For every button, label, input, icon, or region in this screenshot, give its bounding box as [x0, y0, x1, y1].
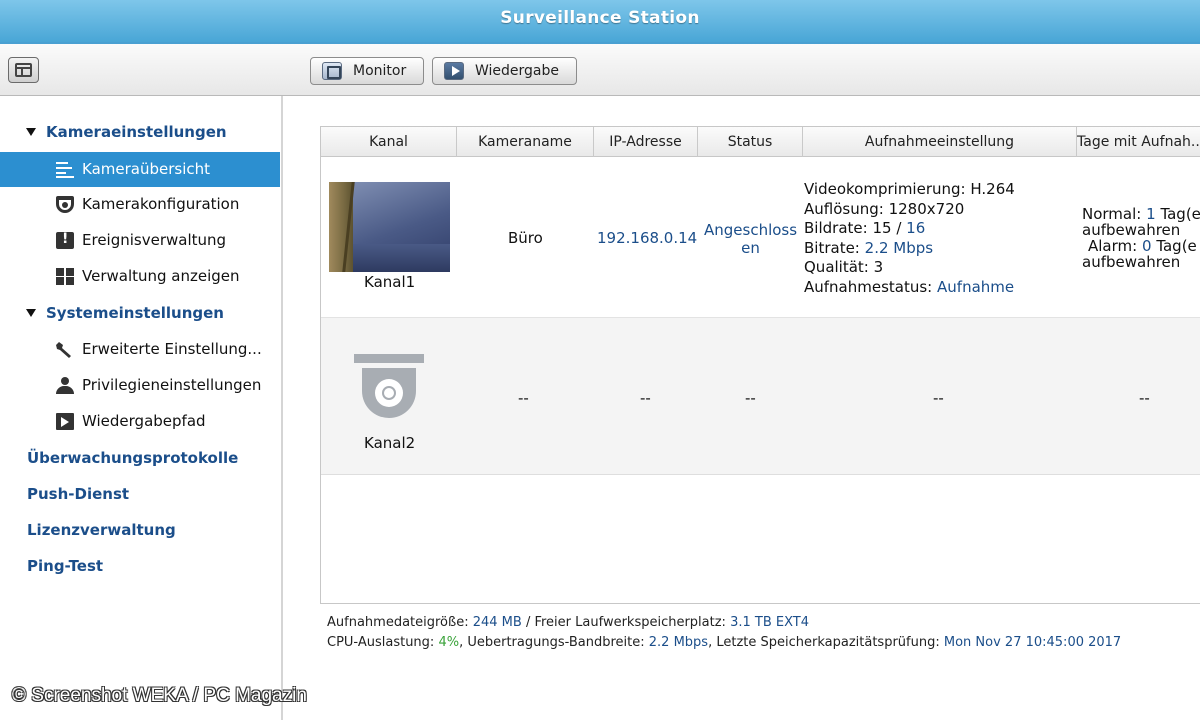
sidebar-item-camera-overview[interactable]: Kameraübersicht	[0, 152, 280, 187]
sidebar-item-playback-path[interactable]: Wiedergabepfad	[0, 404, 280, 439]
collapse-triangle-icon[interactable]	[26, 128, 36, 136]
column-header-channel[interactable]: Kanal	[321, 127, 457, 157]
playback-path-icon	[56, 413, 74, 430]
recording-settings: Videokomprimierung: H.264 Auflösung: 128…	[804, 180, 1015, 296]
ip-address: --	[640, 389, 651, 407]
camera-list-icon	[56, 161, 74, 178]
table-row[interactable]: Kanal2 -- -- -- -- --	[321, 317, 1200, 475]
playback-button-label: Wiedergabe	[475, 63, 560, 79]
sidebar-item-label: Verwaltung anzeigen	[82, 267, 240, 285]
recording-days: Normal: 1 Tag(e aufbewahren Alarm: 0 Tag…	[1082, 205, 1200, 271]
monitor-button[interactable]: Monitor	[310, 57, 424, 85]
status-text-line1: Angeschloss	[704, 221, 798, 239]
cpu-usage-value: 4%	[438, 635, 460, 650]
resolution-value: 1280x720	[888, 199, 965, 218]
sidebar-link-push-service[interactable]: Push-Dienst	[27, 485, 129, 503]
recording-days: --	[1139, 389, 1150, 407]
status-link[interactable]: Angeschloss en	[704, 221, 797, 257]
grid-icon	[56, 268, 74, 285]
wrench-icon	[56, 342, 71, 358]
sidebar-toggle-button[interactable]	[8, 57, 39, 83]
bitrate-value: 2.2 Mbps	[864, 238, 934, 257]
sidebar-item-event-management[interactable]: Ereignisverwaltung	[0, 223, 280, 258]
column-header-camera-name[interactable]: Kameraname	[457, 127, 594, 157]
quality-value: 3	[873, 258, 884, 276]
column-header-recording-settings[interactable]: Aufnahmeeinstellung	[803, 127, 1077, 157]
sidebar-item-label: Privilegieneinstellungen	[82, 376, 262, 394]
sidebar-link-surveillance-logs[interactable]: Überwachungsprotokolle	[27, 449, 238, 467]
title-bar: Surveillance Station	[0, 0, 1200, 42]
monitor-button-label: Monitor	[353, 63, 407, 79]
monitor-icon	[322, 62, 342, 80]
last-check-time: Mon Nov 27 10:45:00 2017	[943, 635, 1122, 650]
sidebar-divider[interactable]	[281, 96, 283, 720]
sidebar-group-system-settings[interactable]: Systemeinstellungen	[46, 304, 224, 322]
camera-icon	[56, 196, 74, 213]
panel-layout-icon	[15, 63, 32, 77]
framerate-max-link[interactable]: 16	[906, 219, 925, 237]
sidebar-item-label: Erweiterte Einstellung...	[82, 340, 262, 358]
camera-table: Kanal Kameraname IP-Adresse Status Aufna…	[320, 126, 1200, 650]
sidebar-item-privileges[interactable]: Privilegieneinstellungen	[0, 368, 280, 403]
camera-name: --	[518, 389, 529, 407]
column-header-recording-days[interactable]: Tage mit Aufnah...	[1077, 127, 1200, 157]
framerate-value: 15	[872, 219, 892, 237]
recording-settings: --	[933, 389, 944, 407]
sidebar-item-label: Wiedergabepfad	[82, 412, 206, 430]
sidebar-item-label: Ereignisverwaltung	[82, 231, 227, 249]
user-icon	[56, 377, 74, 394]
free-space-value: 3.1 TB EXT4	[730, 615, 809, 630]
storage-info: Aufnahmedateigröße: 244 MB / Freier Lauf…	[327, 615, 1122, 650]
table-header: Kanal Kameraname IP-Adresse Status Aufna…	[321, 127, 1200, 157]
file-size-value: 244 MB	[472, 615, 522, 630]
compression-value: H.264	[970, 180, 1015, 198]
channel-label: Kanal1	[364, 273, 416, 291]
recording-status-link[interactable]: Aufnahme	[937, 278, 1014, 296]
playback-button[interactable]: Wiedergabe	[432, 57, 577, 85]
sidebar-group-camera-settings[interactable]: Kameraeinstellungen	[46, 123, 227, 141]
ip-address-link[interactable]: 192.168.0.14	[597, 229, 697, 247]
watermark: © Screenshot WEKA / PC Magazin	[12, 685, 307, 706]
camera-placeholder-icon	[354, 354, 424, 426]
camera-name: Büro	[508, 229, 543, 247]
app-title: Surveillance Station	[500, 8, 700, 28]
toolbar: Monitor Wiedergabe	[0, 44, 1200, 96]
status: --	[745, 389, 756, 407]
sidebar-item-label: Kamerakonfiguration	[82, 195, 240, 213]
sidebar-link-license-management[interactable]: Lizenzverwaltung	[27, 521, 176, 539]
channel-label: Kanal2	[364, 434, 416, 452]
collapse-triangle-icon[interactable]	[26, 309, 36, 317]
sidebar-item-view-management[interactable]: Verwaltung anzeigen	[0, 259, 280, 294]
bandwidth-value: 2.2 Mbps	[648, 635, 709, 650]
sidebar-item-advanced-settings[interactable]: Erweiterte Einstellung...	[0, 332, 280, 367]
play-icon	[444, 62, 464, 80]
status-text-line2: en	[741, 239, 760, 257]
sidebar-link-ping-test[interactable]: Ping-Test	[27, 557, 103, 575]
column-header-status[interactable]: Status	[698, 127, 803, 157]
sidebar-item-label: Kameraübersicht	[82, 160, 211, 178]
table-row[interactable]: Kanal1 Büro 192.168.0.14 Angeschloss en …	[321, 157, 1200, 317]
sidebar: Kameraeinstellungen Kameraübersicht Kame…	[0, 96, 282, 720]
event-icon	[56, 231, 74, 249]
camera-preview-thumbnail[interactable]	[329, 182, 450, 272]
column-header-ip[interactable]: IP-Adresse	[594, 127, 698, 157]
sidebar-item-camera-config[interactable]: Kamerakonfiguration	[0, 187, 280, 222]
